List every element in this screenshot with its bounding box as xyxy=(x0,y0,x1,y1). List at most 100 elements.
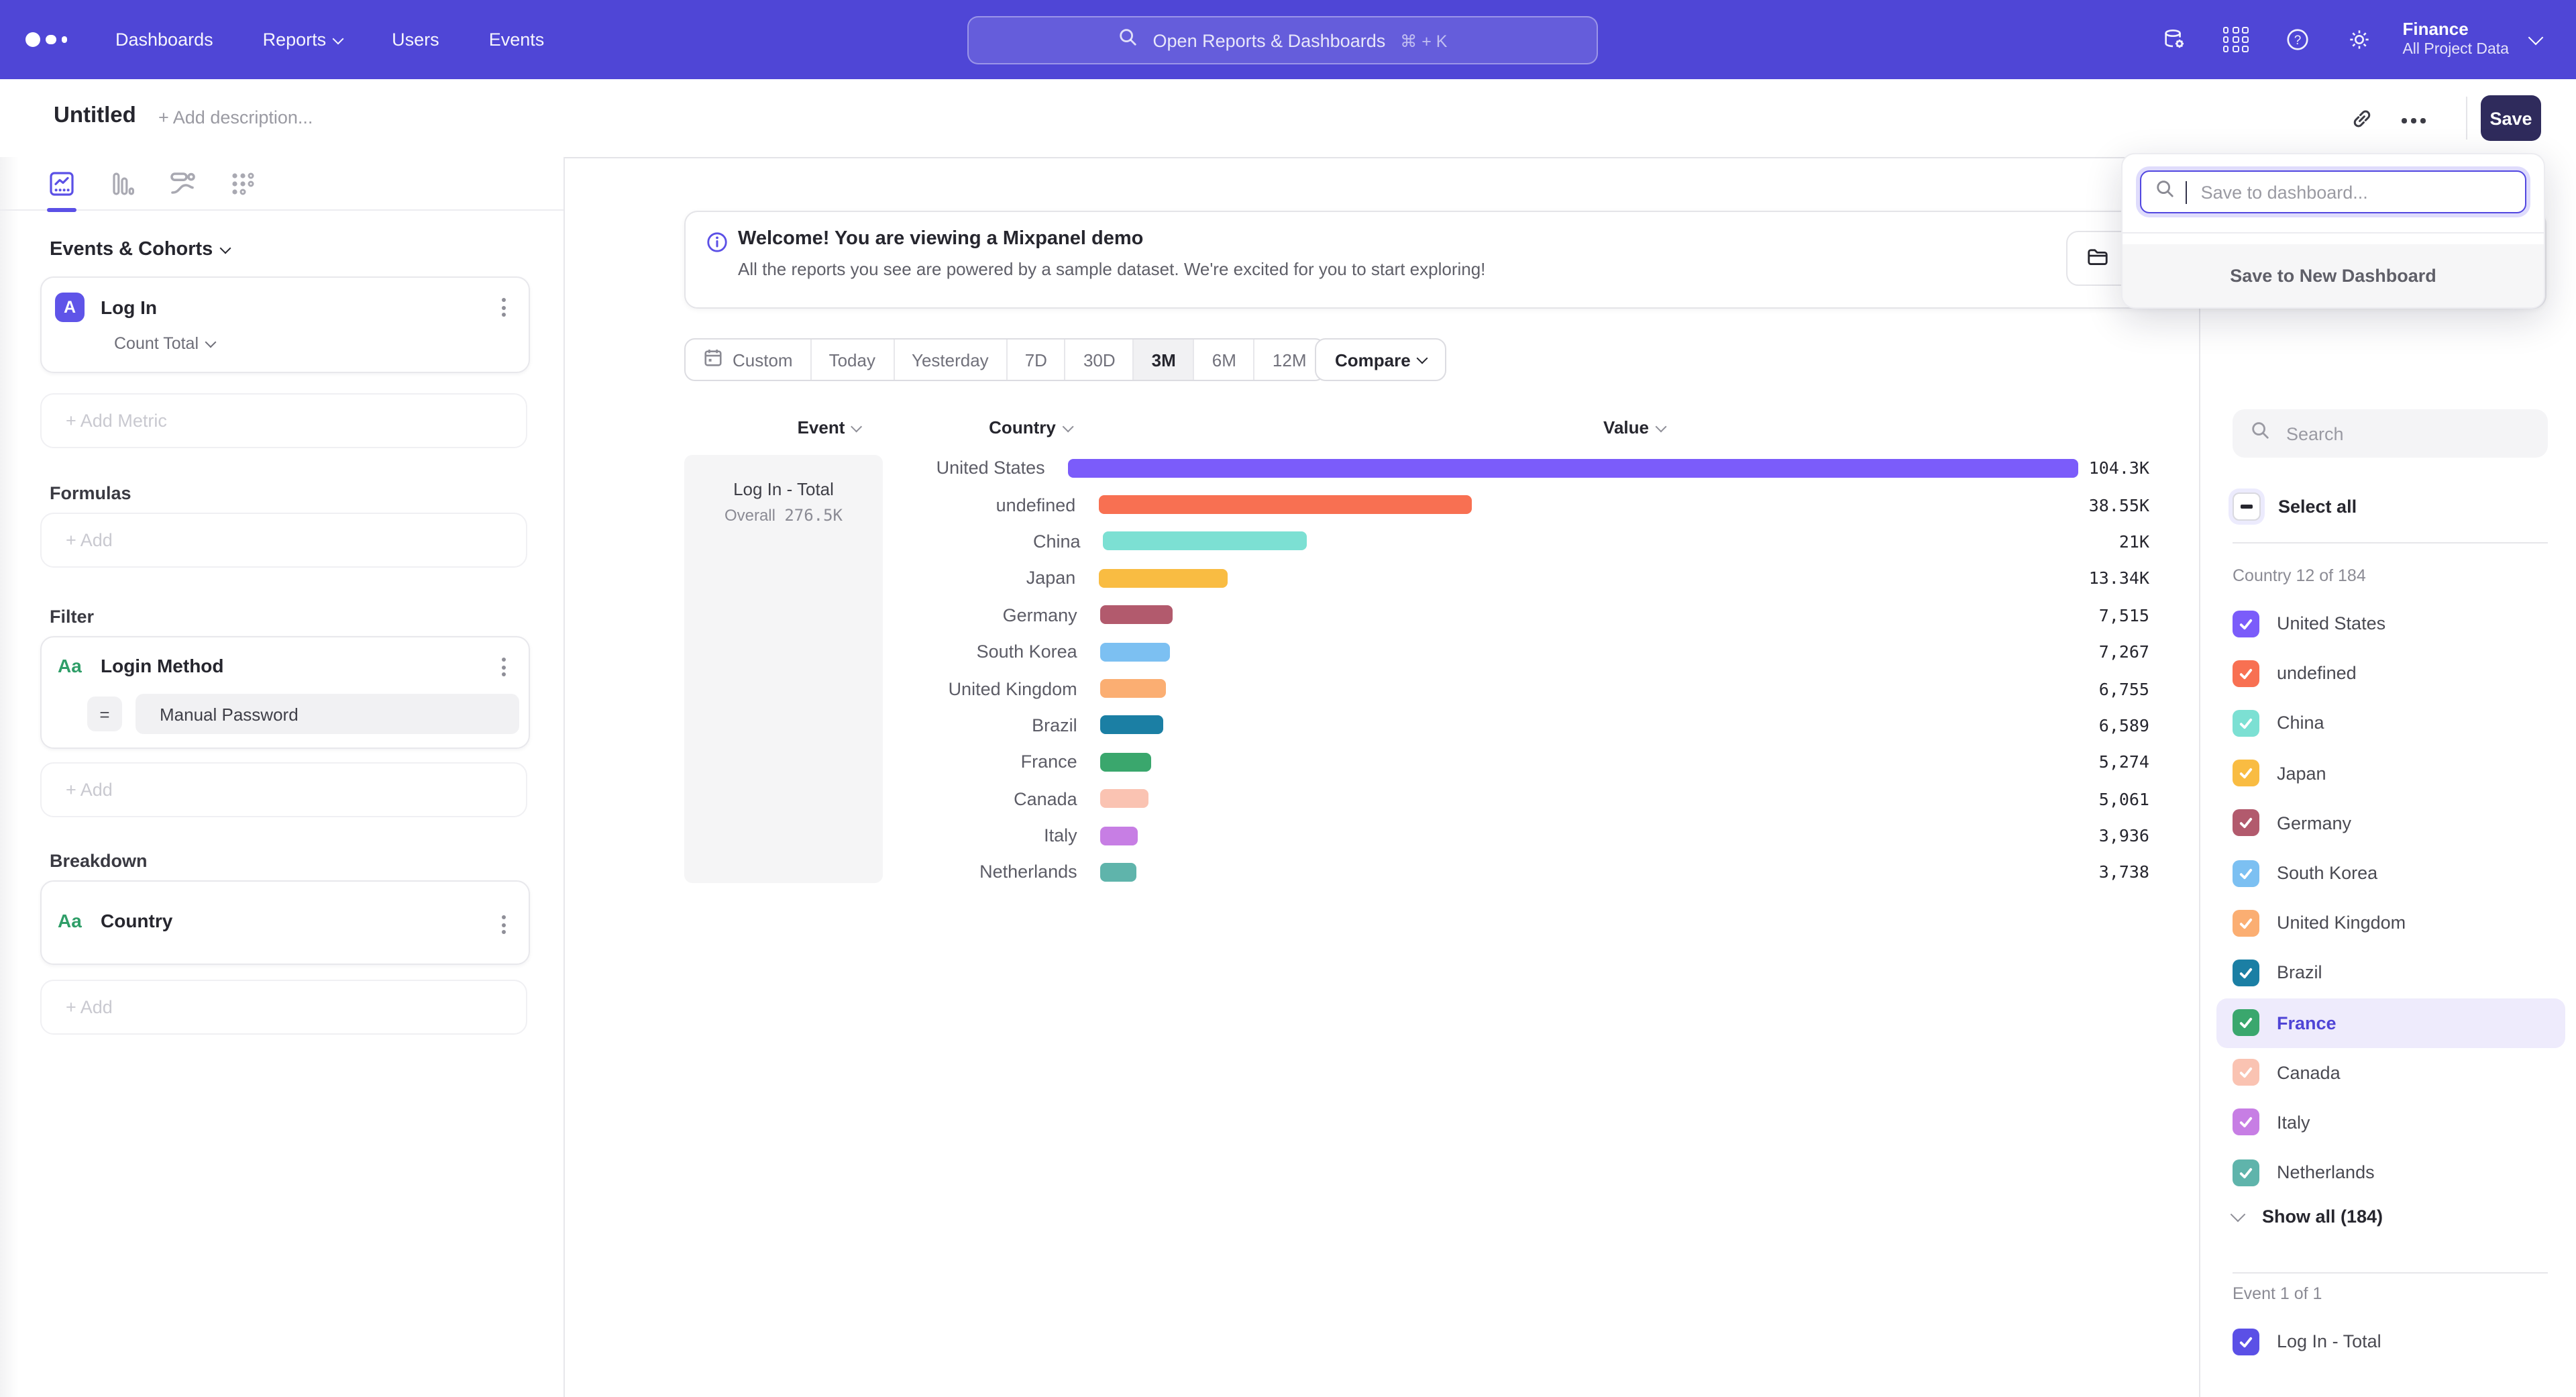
global-search-button[interactable]: Open Reports & Dashboards ⌘ + K xyxy=(967,16,1598,64)
bar-segment[interactable] xyxy=(1100,753,1151,772)
bar-segment[interactable] xyxy=(1104,532,1307,551)
events-cohorts-header[interactable]: Events & Cohorts xyxy=(50,239,229,260)
add-filter-button[interactable]: + Add xyxy=(40,762,527,817)
tab-flows[interactable] xyxy=(168,168,197,198)
chart-row-united-kingdom: United Kingdom6,755 xyxy=(888,670,2149,707)
filter-item-undefined[interactable]: undefined xyxy=(2216,648,2565,698)
help-icon[interactable]: ? xyxy=(2284,27,2310,52)
bar-segment[interactable] xyxy=(1100,642,1171,661)
bar-value-label: 13.34K xyxy=(2089,568,2149,588)
filter-item-label: China xyxy=(2277,713,2324,733)
metric-event-name[interactable]: Log In xyxy=(101,297,157,318)
nav-link-dashboards[interactable]: Dashboards xyxy=(115,30,213,50)
filter-item-france[interactable]: France xyxy=(2216,998,2565,1047)
save-button[interactable]: Save xyxy=(2481,95,2541,141)
checkbox-checked xyxy=(2233,660,2259,687)
filter-item-united-kingdom[interactable]: United Kingdom xyxy=(2216,898,2565,947)
date-range-30d[interactable]: 30D xyxy=(1066,340,1134,380)
filter-item-united-states[interactable]: United States xyxy=(2216,599,2565,648)
tab-retention[interactable] xyxy=(228,168,258,198)
breakdown-property-name[interactable]: Country xyxy=(101,910,172,931)
column-header-country[interactable]: Country xyxy=(989,417,1072,437)
filter-item-south-korea[interactable]: South Korea xyxy=(2216,848,2565,898)
segment-search[interactable] xyxy=(2233,409,2548,458)
column-header-value[interactable]: Value xyxy=(1603,417,1665,437)
filter-item-japan[interactable]: Japan xyxy=(2216,748,2565,798)
more-options-icon[interactable] xyxy=(2402,118,2425,123)
data-management-icon[interactable] xyxy=(2161,27,2187,52)
date-range-custom[interactable]: Custom xyxy=(686,340,812,380)
checkbox-checked xyxy=(2233,860,2259,886)
filter-item-brazil[interactable]: Brazil xyxy=(2216,948,2565,998)
add-metric-button[interactable]: + Add Metric xyxy=(40,393,527,448)
bar-segment[interactable] xyxy=(1100,716,1164,735)
breakdown-card-country[interactable]: Aa Country xyxy=(40,880,530,965)
bar-segment[interactable] xyxy=(1098,569,1228,588)
segment-search-input[interactable] xyxy=(2284,422,2517,445)
filter-property-name[interactable]: Login Method xyxy=(101,655,224,676)
breakdown-header: Breakdown xyxy=(50,851,148,871)
bar-segment[interactable] xyxy=(1068,458,2078,477)
filter-value-select[interactable]: Manual Password xyxy=(136,694,519,734)
add-formula-button[interactable]: + Add xyxy=(40,513,527,568)
save-to-new-dashboard-button[interactable]: Save to New Dashboard xyxy=(2123,244,2544,307)
bar-segment[interactable] xyxy=(1098,495,1472,514)
bar-segment[interactable] xyxy=(1100,606,1173,625)
filter-item-log-in-total[interactable]: Log In - Total xyxy=(2216,1316,2565,1366)
apps-grid-icon[interactable] xyxy=(2223,27,2249,52)
checkbox-checked xyxy=(2233,610,2259,637)
metric-aggregation-select[interactable]: Count Total xyxy=(114,334,215,353)
date-range-today[interactable]: Today xyxy=(812,340,894,380)
breakdown-kebab-menu-icon[interactable] xyxy=(498,911,510,938)
copy-link-icon[interactable] xyxy=(2351,107,2373,137)
bar-value-label: 6,755 xyxy=(2099,678,2149,698)
date-range-7d[interactable]: 7D xyxy=(1008,340,1066,380)
search-icon xyxy=(1118,27,1138,54)
filter-item-italy[interactable]: Italy xyxy=(2216,1098,2565,1147)
mixpanel-logo-icon[interactable] xyxy=(25,32,67,47)
bar-segment[interactable] xyxy=(1100,863,1136,882)
filter-item-germany[interactable]: Germany xyxy=(2216,798,2565,848)
filter-item-china[interactable]: China xyxy=(2216,698,2565,748)
filter-item-netherlands[interactable]: Netherlands xyxy=(2216,1147,2565,1197)
show-all-button[interactable]: Show all (184) xyxy=(2233,1206,2383,1227)
select-all-toggle[interactable]: Select all xyxy=(2233,493,2357,521)
date-range-12m[interactable]: 12M xyxy=(1255,340,1324,380)
filter-operator-select[interactable]: = xyxy=(87,696,122,731)
project-switcher[interactable]: Finance All Project Data xyxy=(2402,19,2541,60)
filter-card-login-method[interactable]: Aa Login Method = Manual Password xyxy=(40,636,530,749)
bar-segment[interactable] xyxy=(1100,789,1149,808)
search-icon xyxy=(2155,178,2175,205)
checkbox-checked xyxy=(2233,960,2259,986)
nav-link-reports[interactable]: Reports xyxy=(263,30,343,50)
compare-button[interactable]: Compare xyxy=(1315,338,1447,381)
report-title[interactable]: Untitled xyxy=(54,103,136,129)
text-caret xyxy=(2186,180,2188,203)
tab-funnels[interactable] xyxy=(107,168,137,198)
column-header-event[interactable]: Event xyxy=(798,417,861,437)
filter-item-label: United States xyxy=(2277,613,2385,633)
project-scope: All Project Data xyxy=(2402,41,2509,60)
nav-link-events[interactable]: Events xyxy=(489,30,545,50)
add-description-field[interactable]: + Add description... xyxy=(158,107,313,127)
tab-insights[interactable] xyxy=(47,168,76,198)
event-series-cell[interactable]: Log In - Total Overall 276.5K xyxy=(684,455,883,883)
date-range-yesterday[interactable]: Yesterday xyxy=(894,340,1008,380)
chart-row-south-korea: South Korea7,267 xyxy=(888,633,2149,670)
filter-kebab-menu-icon[interactable] xyxy=(498,654,510,680)
indeterminate-checkbox xyxy=(2233,493,2261,521)
select-all-label: Select all xyxy=(2278,497,2357,517)
date-range-3m[interactable]: 3M xyxy=(1134,340,1195,380)
dashboard-search-box[interactable] xyxy=(2140,170,2526,213)
save-to-dashboard-input[interactable] xyxy=(2198,180,2499,203)
nav-link-users[interactable]: Users xyxy=(392,30,439,50)
filter-item-canada[interactable]: Canada xyxy=(2216,1047,2565,1097)
add-breakdown-button[interactable]: + Add xyxy=(40,980,527,1035)
bar-segment[interactable] xyxy=(1100,679,1166,698)
settings-gear-icon[interactable] xyxy=(2346,27,2371,52)
metric-kebab-menu-icon[interactable] xyxy=(498,294,510,321)
date-range-6m[interactable]: 6M xyxy=(1195,340,1255,380)
bar-segment[interactable] xyxy=(1100,826,1138,845)
filter-header: Filter xyxy=(50,607,94,627)
metric-card-log-in[interactable]: A Log In Count Total xyxy=(40,276,530,373)
